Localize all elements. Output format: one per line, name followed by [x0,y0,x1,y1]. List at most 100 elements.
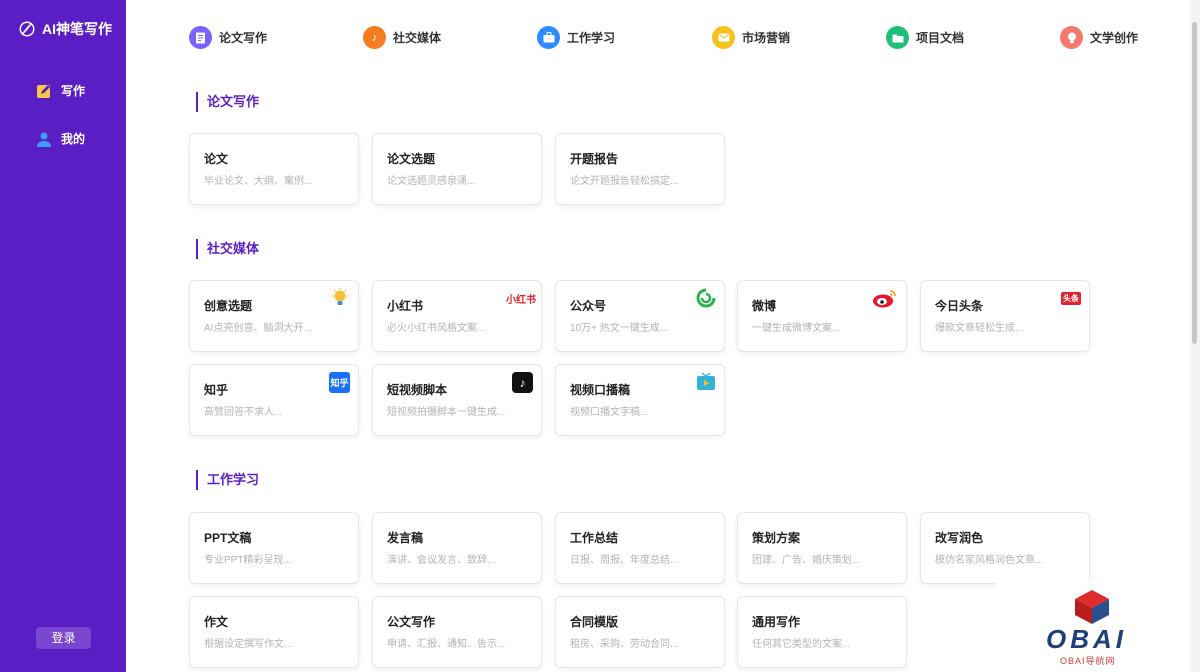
card-work-summary[interactable]: 工作总结 日报、周报、年度总结... [555,512,725,584]
card-desc: 演讲、会议发言、致辞... [387,555,496,566]
vertical-scrollbar[interactable] [1190,0,1200,672]
card-desc: AI点亮创意、脑洞大开... [204,323,312,334]
tab-work-study[interactable]: 工作学习 [537,26,615,49]
scrollbar-thumb[interactable] [1192,22,1197,344]
card-creative-topic[interactable]: 创意选题 AI点亮创意、脑洞大开... [189,280,359,352]
card-video-voiceover[interactable]: 视频口播稿 视频口播文字稿... [555,364,725,436]
card-title: 合同模版 [570,615,619,629]
lightbulb-icon [330,288,350,308]
card-essay[interactable]: 作文 根据设定撰写作文... [189,596,359,668]
card-title: 作文 [204,615,229,629]
card-weibo[interactable]: 微博 一键生成微博文案... [737,280,907,352]
card-contract-template[interactable]: 合同模版 租房、采购、劳动合同... [555,596,725,668]
sidebar: AI神笔写作 写作 我的 登录 [0,0,126,672]
sidebar-item-write[interactable]: 写作 [36,82,85,99]
login-button[interactable]: 登录 [36,627,91,649]
card-wechat-official[interactable]: 公众号 10万+ 热文一键生成... [555,280,725,352]
card-title: 今日头条 [935,299,984,313]
card-desc: 视频口播文字稿... [570,407,649,418]
card-title: 改写润色 [935,531,984,545]
card-title: 公文写作 [387,615,436,629]
card-short-video-script[interactable]: 短视频脚本 短视频拍摄脚本一键生成... ♪ [372,364,542,436]
card-title: 策划方案 [752,531,801,545]
card-title: PPT文稿 [204,531,252,545]
card-desc: 10万+ 热文一键生成... [570,323,669,334]
sidebar-item-label: 写作 [61,84,86,98]
tab-label: 项目文档 [916,31,965,45]
tiktok-logo-icon: ♪ [512,372,533,393]
card-desc: 必火小红书风格文案... [387,323,486,334]
wechat-official-logo-icon [696,288,716,308]
card-paper-topic[interactable]: 论文选题 论文选题灵感泉涌... [372,133,542,205]
card-title: 创意选题 [204,299,253,313]
brand[interactable]: AI神笔写作 [18,19,112,39]
card-desc: 团建、广告、婚庆策划... [752,555,861,566]
tab-social-media[interactable]: ♪ 社交媒体 [363,26,441,49]
weibo-logo-icon [872,288,898,308]
card-speech[interactable]: 发言稿 演讲、会议发言、致辞... [372,512,542,584]
main-content: 论文写作 ♪ 社交媒体 工作学习 市场营销 项目文档 文学创作 论文写作 论文 … [126,0,1190,672]
card-desc: 一键生成微博文案... [752,323,841,334]
card-general-writing[interactable]: 通用写作 任何其它类型的文案... [737,596,907,668]
tab-label: 论文写作 [219,31,268,45]
card-desc: 任何其它类型的文案... [752,639,851,650]
watermark-text: OBAI [1046,624,1127,654]
card-proposal-report[interactable]: 开题报告 论文开题报告轻松搞定... [555,133,725,205]
card-title: 小红书 [387,299,424,313]
card-desc: 论文开题报告轻松搞定... [570,176,679,187]
card-desc: 毕业论文、大纲、案例... [204,176,313,187]
folder-icon [886,26,909,49]
card-title: 知乎 [204,383,229,397]
card-desc: 根据设定撰写作文... [204,639,293,650]
card-paper[interactable]: 论文 毕业论文、大纲、案例... [189,133,359,205]
card-title: 视频口播稿 [570,383,631,397]
section-title-work: 工作学习 [196,470,259,490]
card-rewrite-polish[interactable]: 改写润色 模仿名家风格润色文章... [920,512,1090,584]
card-desc: 模仿名家风格润色文章... [935,555,1044,566]
zhihu-logo-icon: 知乎 [329,372,350,393]
brand-logo-icon [19,21,35,37]
card-ppt[interactable]: PPT文稿 专业PPT精彩呈现... [189,512,359,584]
card-desc: 申请、汇报、通知、告示... [387,639,506,650]
sidebar-item-mine[interactable]: 我的 [36,130,85,147]
card-title: 工作总结 [570,531,619,545]
brand-name: AI神笔写作 [42,21,112,37]
briefcase-icon [537,26,560,49]
tab-label: 文学创作 [1090,31,1139,45]
toutiao-logo-icon: 头条 [1061,292,1081,305]
xiaohongshu-logo-icon: 小红书 [506,294,536,306]
card-desc: 日报、周报、年度总结... [570,555,679,566]
user-icon [37,132,51,147]
category-nav: 论文写作 ♪ 社交媒体 工作学习 市场营销 项目文档 文学创作 [126,26,1190,52]
tab-project-docs[interactable]: 项目文档 [886,26,964,49]
section-title-social: 社交媒体 [196,239,259,259]
sidebar-item-label: 我的 [61,132,86,146]
card-desc: 短视频拍摄脚本一键生成... [387,407,506,418]
card-desc: 租房、采购、劳动合同... [570,639,679,650]
pencil-note-icon [37,84,50,98]
card-title: 论文 [204,152,229,166]
tab-paper-writing[interactable]: 论文写作 [189,26,267,49]
card-desc: 高赞回答不求人... [204,407,283,418]
card-planning[interactable]: 策划方案 团建、广告、婚庆策划... [737,512,907,584]
tiktok-icon: ♪ [363,26,386,49]
tab-literary-creation[interactable]: 文学创作 [1060,26,1138,49]
card-title: 微博 [752,299,777,313]
card-desc: 专业PPT精彩呈现... [204,555,292,566]
card-zhihu[interactable]: 知乎 高赞回答不求人... 知乎 [189,364,359,436]
document-icon [189,26,212,49]
card-title: 开题报告 [570,152,619,166]
tab-label: 市场营销 [742,31,791,45]
card-title: 短视频脚本 [387,383,448,397]
card-official-document[interactable]: 公文写作 申请、汇报、通知、告示... [372,596,542,668]
watermark-cube-logo-icon [1075,590,1109,624]
tv-icon [696,372,716,392]
card-toutiao[interactable]: 今日头条 爆款文章轻松生成... 头条 [920,280,1090,352]
section-title-paper: 论文写作 [196,92,259,112]
card-xiaohongshu[interactable]: 小红书 必火小红书风格文案... 小红书 [372,280,542,352]
tab-marketing[interactable]: 市场营销 [712,26,790,49]
bulb-icon [1060,26,1083,49]
card-title: 发言稿 [387,531,424,545]
mail-icon [712,26,735,49]
card-title: 通用写作 [752,615,801,629]
